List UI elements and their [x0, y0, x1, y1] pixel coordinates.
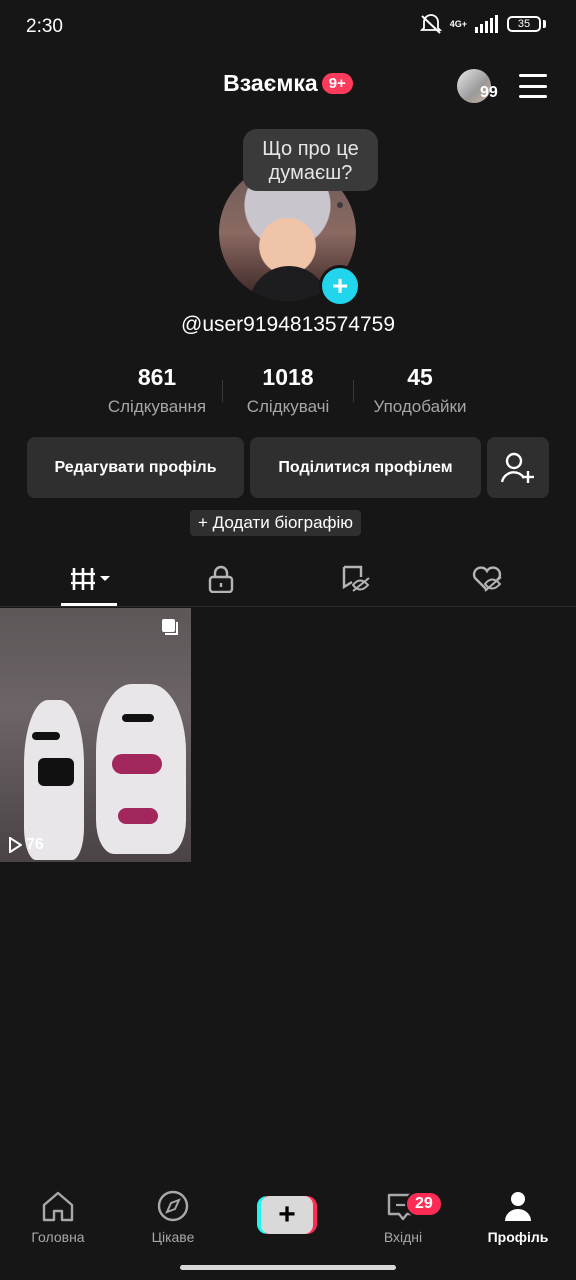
tab-private[interactable]: [191, 560, 251, 598]
add-bio-button[interactable]: + Додати біографію: [190, 510, 362, 536]
add-story-plus-icon[interactable]: +: [319, 265, 361, 307]
nav-home[interactable]: Головна: [10, 1190, 106, 1245]
nav-discover-label: Цікаве: [151, 1229, 195, 1245]
notification-badge: 9+: [321, 73, 353, 94]
stat-divider: [353, 380, 354, 402]
create-icon: +: [261, 1196, 313, 1234]
nav-profile-label: Профіль: [487, 1229, 549, 1245]
home-icon: [42, 1191, 74, 1222]
add-user-icon: [501, 452, 534, 483]
create-button[interactable]: +: [257, 1196, 317, 1234]
share-profile-button[interactable]: Поділитися профілем: [250, 437, 481, 498]
bubble-line-1: Що про це: [262, 138, 359, 160]
stat-divider: [222, 380, 223, 402]
network-label: 4G+: [449, 18, 467, 29]
tab-reposts[interactable]: [326, 560, 386, 598]
repost-eye-icon: [342, 565, 370, 592]
battery-icon: 35: [507, 16, 541, 32]
stat-likes-value: 45: [407, 364, 433, 390]
tabs-divider: [0, 606, 576, 607]
status-time: 2:30: [26, 16, 63, 37]
mute-icon: [419, 14, 442, 34]
nav-profile[interactable]: Профіль: [470, 1190, 566, 1245]
battery-cap: [543, 20, 546, 28]
status-icons: 4G+ 35: [419, 14, 546, 34]
add-friend-button[interactable]: [487, 437, 549, 498]
compass-icon: [157, 1190, 189, 1222]
tab-videos[interactable]: [61, 560, 121, 598]
videos-grid-icon: [71, 568, 110, 590]
thought-bubble[interactable]: Що про це думаєш?: [243, 129, 378, 191]
menu-icon[interactable]: [519, 74, 547, 98]
lock-icon: [208, 565, 234, 593]
header-avatar-count: 99: [480, 84, 498, 101]
nav-inbox-label: Вхідні: [383, 1229, 423, 1245]
multi-photo-icon: [162, 619, 178, 635]
stat-followers[interactable]: 1018 Слідкувачі: [230, 364, 346, 417]
tab-liked[interactable]: [457, 560, 517, 598]
bubble-line-2: думаєш?: [268, 162, 353, 184]
account-switcher-title[interactable]: Взаємка: [223, 70, 318, 97]
view-count: 76: [8, 836, 44, 854]
stat-followers-label: Слідкувачі: [246, 397, 330, 416]
home-indicator: [180, 1265, 396, 1270]
stat-following-label: Слідкування: [107, 397, 207, 416]
bubble-tail: [337, 202, 343, 208]
stat-following[interactable]: 861 Слідкування: [97, 364, 217, 417]
view-count-value: 76: [26, 836, 44, 853]
inbox-badge: 29: [405, 1191, 443, 1217]
stat-likes[interactable]: 45 Уподобайки: [360, 364, 480, 417]
liked-eye-icon: [472, 566, 502, 592]
profile-icon: [505, 1192, 531, 1221]
username: @user9194813574759: [181, 313, 395, 336]
nav-home-label: Головна: [31, 1229, 85, 1245]
play-icon: [9, 837, 22, 853]
stat-likes-label: Уподобайки: [373, 397, 467, 416]
nav-discover[interactable]: Цікаве: [125, 1190, 221, 1245]
edit-profile-button[interactable]: Редагувати профіль: [27, 437, 244, 498]
signal-icon: [475, 15, 498, 33]
video-thumbnail[interactable]: [0, 608, 191, 862]
stat-followers-value: 1018: [262, 364, 314, 390]
stat-following-value: 861: [137, 364, 177, 390]
